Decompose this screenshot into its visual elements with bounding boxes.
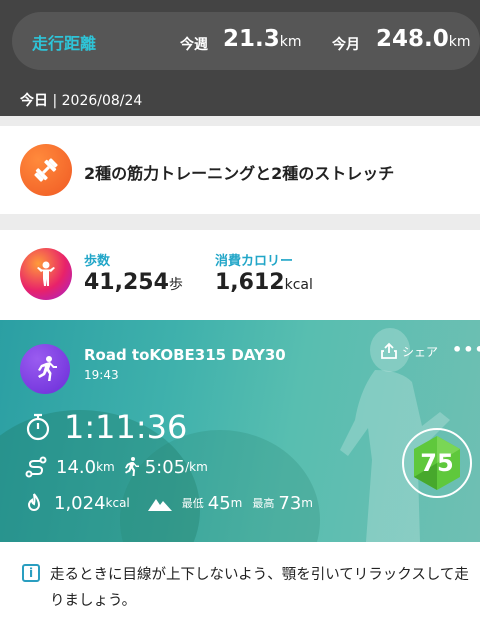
run-score-badge[interactable]: 75: [400, 426, 474, 500]
route-icon: [25, 456, 47, 478]
person-icon: [20, 248, 72, 300]
steps-value: 41,254歩: [84, 270, 183, 295]
today-date: 今日 | 2026/08/24: [20, 93, 143, 109]
elevation-max-value: 73: [278, 492, 302, 514]
run-card[interactable]: Road toKOBE315 DAY30 19:43 シェア ••• 1:11:…: [0, 320, 480, 542]
week-label: 今週: [180, 37, 208, 53]
month-label: 今月: [332, 37, 360, 53]
share-label: シェア: [402, 344, 439, 359]
duration-row: 1:11:36: [24, 408, 187, 446]
pace-runner-icon: [124, 457, 139, 476]
run-calories-unit: kcal: [105, 496, 130, 510]
activity-card[interactable]: 歩数 41,254歩 消費カロリー 1,612kcal: [0, 230, 480, 320]
run-distance-unit: km: [96, 460, 115, 474]
distance-summary-pill[interactable]: 走行距離 今週 21.3km 今月 248.0km: [12, 12, 480, 70]
stopwatch-icon: [26, 413, 50, 441]
calories-elevation-row: 1,024 kcal 最低 45 m 最高 73 m: [24, 492, 313, 514]
run-distance-value: 14.0: [56, 456, 97, 478]
duration-value: 1:11:36: [64, 408, 188, 446]
elevation-min-label: 最低: [181, 497, 204, 510]
distance-label: 走行距離: [32, 34, 97, 53]
tip-text: 走るときに目線が上下しないよう、顎を引いてリラックスして走りましょう。: [50, 567, 469, 609]
share-icon: [381, 342, 397, 359]
month-distance: 248.0km: [376, 26, 471, 52]
run-title: Road toKOBE315 DAY30: [84, 346, 286, 364]
calories-label: 消費カロリー: [215, 254, 294, 269]
tip-card: i 走るときに目線が上下しないよう、顎を引いてリラックスして走りましょう。: [0, 542, 480, 621]
flame-icon: [27, 493, 41, 511]
steps-label: 歩数: [84, 254, 111, 269]
elevation-min-value: 45: [207, 492, 231, 514]
more-options-button[interactable]: •••: [452, 340, 480, 359]
week-distance: 21.3km: [223, 26, 302, 52]
workout-title: 2種の筋力トレーニングと2種のストレッチ: [84, 164, 395, 183]
dumbbell-icon: [20, 144, 72, 196]
running-icon: [20, 344, 70, 394]
info-icon: i: [22, 564, 40, 582]
mountain-icon: [147, 499, 172, 511]
calories-value: 1,612kcal: [215, 270, 313, 295]
pace-unit: /km: [185, 460, 208, 474]
run-calories-value: 1,024: [54, 492, 106, 514]
summary-header: 走行距離 今週 21.3km 今月 248.0km 今日 | 2026/08/2…: [0, 0, 480, 116]
distance-pace-row: 14.0 km 5:05 /km: [24, 456, 208, 478]
elevation-min-unit: m: [230, 496, 243, 510]
run-time: 19:43: [84, 368, 119, 382]
workout-card[interactable]: 2種の筋力トレーニングと2種のストレッチ: [0, 126, 480, 214]
pace-value: 5:05: [144, 456, 186, 478]
share-button[interactable]: シェア: [380, 342, 438, 360]
elevation-max-label: 最高: [252, 497, 275, 510]
score-value: 75: [420, 449, 454, 477]
elevation-max-unit: m: [301, 496, 313, 510]
